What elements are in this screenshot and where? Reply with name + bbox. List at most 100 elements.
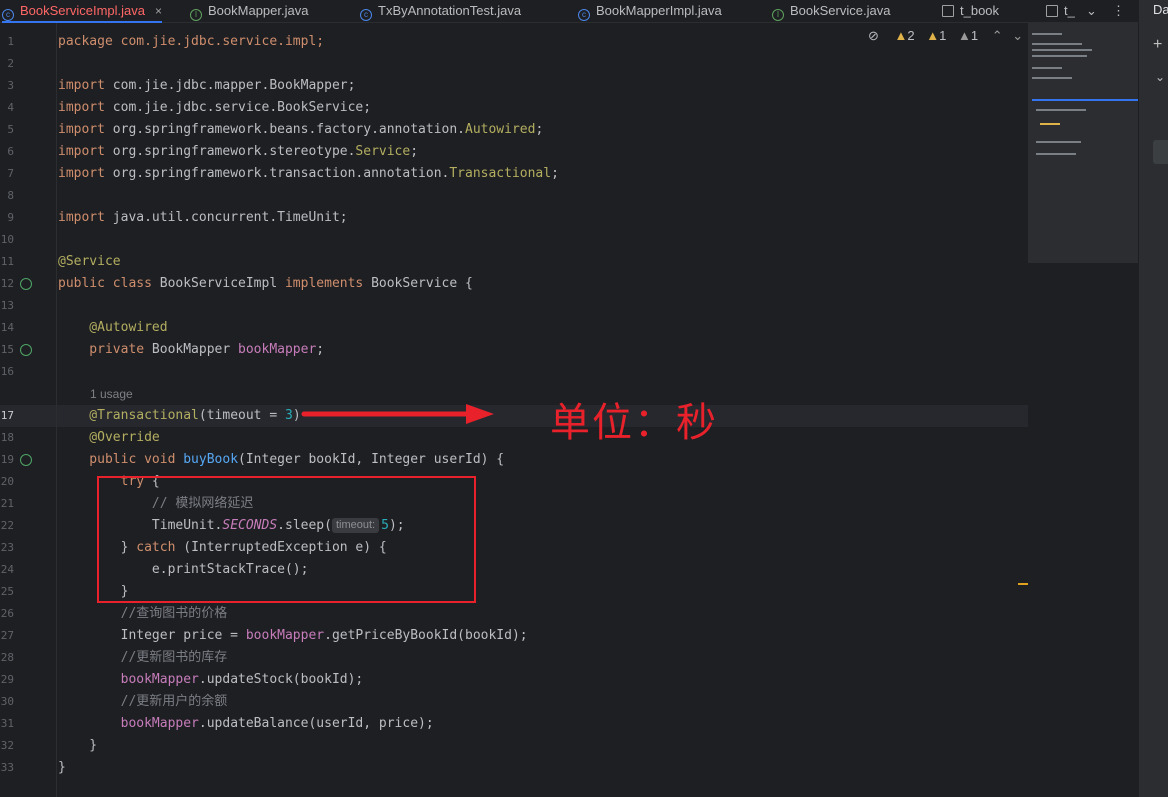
interface-icon: I [190, 9, 202, 21]
code-token: import [58, 210, 105, 225]
code-line[interactable]: import java.util.concurrent.TimeUnit; [58, 207, 348, 229]
line-number: 26 [0, 607, 14, 620]
code-token: //更新图书的库存 [58, 650, 228, 665]
inspection-widget[interactable]: ⊘ ▲2 ▲1 ▲1 ⌃ ⌄ [868, 25, 1023, 47]
code-line[interactable]: //更新图书的库存 [58, 647, 228, 669]
code-token: .updateBalance(userId, price); [198, 716, 434, 731]
code-token: private [58, 342, 145, 357]
add-icon[interactable]: + [1153, 36, 1162, 54]
minimap-line [1040, 123, 1060, 125]
line-number: 8 [7, 189, 14, 202]
tab-t[interactable]: t_ [1046, 0, 1075, 22]
code-line[interactable]: @Transactional(timeout = 3) [58, 405, 300, 427]
code-token: java.util.concurrent.TimeUnit; [104, 210, 348, 225]
code-line[interactable]: import com.jie.jdbc.service.BookService; [58, 97, 371, 119]
line-number: 5 [7, 123, 14, 136]
tab-label: t_ [1064, 3, 1075, 18]
reader-mode-icon[interactable]: ⊘ [868, 28, 879, 43]
chevron-down-icon[interactable]: ⌄ [1155, 70, 1165, 84]
code-line[interactable]: private BookMapper bookMapper; [58, 339, 324, 361]
line-number: 9 [7, 211, 14, 224]
code-token: public class [58, 276, 152, 291]
code-token: @Service [58, 254, 121, 269]
code-line[interactable]: @Override [58, 427, 159, 449]
code-line[interactable]: import com.jie.jdbc.mapper.BookMapper; [58, 75, 355, 97]
tab-bookmapper[interactable]: I BookMapper.java [190, 0, 308, 22]
minimap-line [1032, 49, 1092, 51]
code-line[interactable]: Integer price = bookMapper.getPriceByBoo… [58, 625, 528, 647]
line-number: 28 [0, 651, 14, 664]
close-icon[interactable]: × [155, 4, 162, 18]
code-token: } [58, 760, 66, 775]
code-line[interactable]: import org.springframework.transaction.a… [58, 163, 559, 185]
chevron-down-icon[interactable]: ⌄ [1012, 28, 1023, 43]
line-number: 6 [7, 145, 14, 158]
bean-icon[interactable] [20, 278, 32, 290]
warning-stripe[interactable] [1018, 583, 1028, 585]
code-token: ; [535, 122, 544, 137]
line-number: 13 [0, 299, 14, 312]
more-options-icon[interactable]: ⋮ [1112, 0, 1125, 22]
database-side-panel: Da + ⌄ [1138, 0, 1168, 797]
code-line[interactable]: //更新用户的余额 [58, 691, 228, 713]
code-token: ; [410, 144, 419, 159]
minimap-current-line [1032, 99, 1138, 101]
interface-icon: I [772, 9, 784, 21]
code-token: import [58, 100, 105, 115]
line-number: 17 [0, 409, 14, 422]
override-icon[interactable] [20, 454, 32, 466]
warning-icon[interactable]: ▲ [895, 28, 908, 43]
annotation-note: 单位：秒 [550, 401, 718, 445]
tab-bookservice[interactable]: I BookService.java [772, 0, 890, 22]
line-number: 1 [7, 35, 14, 48]
minimap-line [1032, 43, 1082, 45]
code-line[interactable]: bookMapper.updateStock(bookId); [58, 669, 364, 691]
class-icon: c [360, 9, 372, 21]
weak-warning-icon[interactable]: ▲ [958, 28, 971, 43]
code-token: BookServiceImpl [159, 276, 278, 291]
code-token: (Integer bookId, Integer userId) { [238, 452, 505, 467]
line-number: 20 [0, 475, 14, 488]
code-minimap[interactable] [1028, 23, 1138, 263]
code-line[interactable]: package com.jie.jdbc.service.impl; [58, 31, 324, 53]
code-line[interactable]: } [58, 735, 97, 757]
code-line[interactable]: import org.springframework.beans.factory… [58, 119, 543, 141]
code-token: //更新用户的余额 [58, 694, 228, 709]
tab-bookmapperimpl[interactable]: c BookMapperImpl.java [578, 0, 722, 22]
line-number: 27 [0, 629, 14, 642]
code-line[interactable]: @Service [58, 251, 121, 273]
warning-count: 1 [970, 28, 979, 43]
panel-tab[interactable] [1153, 140, 1168, 164]
chevron-up-icon[interactable]: ⌃ [992, 28, 1003, 43]
tab-bookserviceimpl[interactable]: c BookServiceImpl.java × [2, 0, 163, 23]
usage-hint[interactable]: 1 usage [90, 387, 133, 401]
code-line[interactable]: public void buyBook(Integer bookId, Inte… [58, 449, 504, 471]
code-line[interactable]: public class BookServiceImpl implements … [58, 273, 473, 295]
code-line[interactable]: @Autowired [58, 317, 167, 339]
code-token: bookMapper [58, 716, 199, 731]
bean-icon[interactable] [20, 344, 32, 356]
minimap-line [1032, 67, 1062, 69]
code-token: //查询图书的价格 [58, 606, 228, 621]
chevron-down-icon[interactable]: ⌄ [1086, 0, 1097, 22]
code-token: org.springframework.stereotype. [104, 144, 356, 159]
code-line[interactable]: //查询图书的价格 [58, 603, 228, 625]
tab-t-book[interactable]: t_book [942, 0, 999, 22]
line-number: 32 [0, 739, 14, 752]
line-number: 12 [0, 277, 14, 290]
code-token: Integer price = [58, 628, 246, 643]
panel-title[interactable]: Da [1153, 2, 1168, 17]
code-token: org.springframework.transaction.annotati… [104, 166, 450, 181]
code-line[interactable]: } [58, 757, 66, 779]
code-editor[interactable]: 1 2 3 4 5 6 7 8 9 10 11 12 13 14 15 16 1… [0, 23, 1028, 797]
code-line[interactable]: import org.springframework.stereotype.Se… [58, 141, 418, 163]
tab-txbyannotationtest[interactable]: c TxByAnnotationTest.java [360, 0, 521, 22]
code-token: import [58, 166, 105, 181]
line-number: 33 [0, 761, 14, 774]
warning-icon[interactable]: ▲ [926, 28, 939, 43]
code-token: com.jie.jdbc.service.BookService; [104, 100, 372, 115]
line-number: 21 [0, 497, 14, 510]
line-number: 18 [0, 431, 14, 444]
code-line[interactable]: bookMapper.updateBalance(userId, price); [58, 713, 434, 735]
